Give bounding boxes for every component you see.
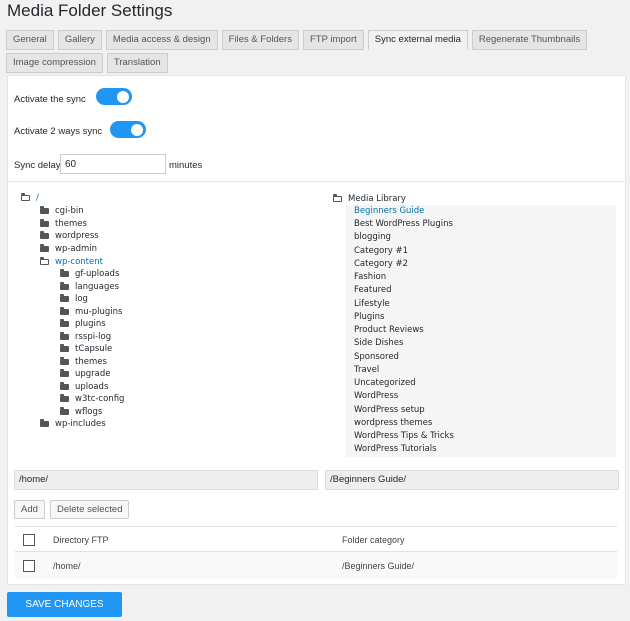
sync-delay-input[interactable]: [60, 154, 166, 174]
library-item[interactable]: Lifestyle: [354, 298, 390, 311]
tree-item[interactable]: themes: [60, 356, 107, 368]
folder-icon: [40, 243, 49, 252]
library-item[interactable]: Plugins: [354, 311, 384, 324]
folder-icon: [60, 281, 69, 290]
tree-item[interactable]: rsspi-log: [60, 331, 111, 343]
save-changes-button[interactable]: SAVE CHANGES: [7, 592, 122, 617]
header-folder-category: Folder category: [342, 535, 405, 545]
select-all-checkbox[interactable]: [23, 534, 35, 546]
tree-root[interactable]: /: [21, 192, 39, 204]
settings-panel: Activate the sync Activate 2 ways sync S…: [7, 75, 626, 585]
tree-item-open[interactable]: wp-content: [40, 256, 103, 268]
tab-regenerate-thumbnails[interactable]: Regenerate Thumbnails: [471, 30, 588, 50]
tab-general[interactable]: General: [6, 30, 54, 50]
tree-item[interactable]: wp-includes: [40, 418, 106, 430]
tree-item[interactable]: languages: [60, 281, 119, 293]
library-item[interactable]: Featured: [354, 284, 392, 297]
library-item[interactable]: Category #1: [354, 245, 408, 258]
folder-open-icon: [333, 193, 342, 202]
folder-icon: [60, 268, 69, 277]
library-item[interactable]: Travel: [354, 364, 379, 377]
library-item[interactable]: Sponsored: [354, 351, 399, 364]
media-library-list: Beginners Guide Best WordPress Plugins b…: [346, 205, 616, 457]
library-item[interactable]: Best WordPress Plugins: [354, 218, 453, 231]
two-way-sync-toggle[interactable]: [110, 121, 146, 138]
library-item[interactable]: Category #2: [354, 258, 408, 271]
settings-tabs: General Gallery Media access & design Fi…: [6, 30, 626, 76]
row-checkbox[interactable]: [23, 560, 35, 572]
tree-item[interactable]: log: [60, 293, 88, 305]
tree-item[interactable]: tCapsule: [60, 343, 112, 355]
tab-image-compression[interactable]: Image compression: [6, 53, 103, 73]
library-item[interactable]: WordPress Tutorials: [354, 443, 437, 456]
tab-translation[interactable]: Translation: [106, 53, 168, 73]
page-title: Media Folder Settings: [7, 1, 173, 20]
delete-selected-button[interactable]: Delete selected: [50, 500, 130, 519]
activate-sync-toggle[interactable]: [96, 88, 132, 105]
folder-icon: [60, 293, 69, 302]
folder-icon: [40, 418, 49, 427]
folder-icon: [60, 331, 69, 340]
tree-item[interactable]: wp-admin: [40, 243, 97, 255]
two-way-sync-label: Activate 2 ways sync: [14, 126, 103, 137]
folder-icon: [60, 318, 69, 327]
tree-item[interactable]: uploads: [60, 381, 108, 393]
tab-files-folders[interactable]: Files & Folders: [221, 30, 299, 50]
folder-icon: [60, 306, 69, 315]
library-item[interactable]: WordPress: [354, 390, 398, 403]
sync-delay-unit: minutes: [169, 160, 203, 171]
tab-media-access-design[interactable]: Media access & design: [105, 30, 218, 50]
library-item[interactable]: WordPress setup: [354, 404, 425, 417]
folder-icon: [60, 406, 69, 415]
tree-item[interactable]: themes: [40, 218, 87, 230]
library-path-field[interactable]: /Beginners Guide/: [325, 470, 619, 490]
folder-icon: [40, 205, 49, 214]
activate-sync-label: Activate the sync: [14, 94, 86, 105]
header-directory-ftp: Directory FTP: [53, 535, 109, 545]
tree-item[interactable]: mu-plugins: [60, 306, 122, 318]
tree-item[interactable]: gf-uploads: [60, 268, 119, 280]
folder-icon: [60, 393, 69, 402]
tree-item[interactable]: w3tc-config: [60, 393, 124, 405]
folder-icon: [60, 356, 69, 365]
add-button[interactable]: Add: [14, 500, 45, 519]
tree-item[interactable]: plugins: [60, 318, 106, 330]
tab-ftp-import[interactable]: FTP import: [302, 30, 364, 50]
tab-sync-external-media[interactable]: Sync external media: [367, 30, 468, 50]
media-library-root[interactable]: Media Library: [333, 193, 406, 205]
row-ftp-path: /home/: [53, 561, 81, 571]
library-item[interactable]: Fashion: [354, 271, 386, 284]
folder-icon: [40, 218, 49, 227]
tree-item[interactable]: wflogs: [60, 406, 102, 418]
sync-delay-label: Sync delay: [14, 160, 61, 171]
library-item[interactable]: blogging: [354, 231, 391, 244]
ftp-path-field[interactable]: /home/: [14, 470, 318, 490]
library-item[interactable]: Side Dishes: [354, 337, 403, 350]
table-row: /home/ /Beginners Guide/: [15, 552, 617, 579]
library-item[interactable]: Uncategorized: [354, 377, 416, 390]
folder-icon: [40, 230, 49, 239]
library-item[interactable]: wordpress themes: [354, 417, 432, 430]
tab-gallery[interactable]: Gallery: [57, 30, 102, 50]
divider: [8, 181, 625, 182]
tree-item[interactable]: cgi-bin: [40, 205, 84, 217]
library-item[interactable]: Beginners Guide: [354, 205, 424, 218]
row-folder-category: /Beginners Guide/: [342, 561, 415, 571]
library-item[interactable]: WordPress Tips & Tricks: [354, 430, 454, 443]
folder-open-icon: [21, 192, 30, 201]
folder-icon: [60, 343, 69, 352]
folder-open-icon: [40, 256, 49, 265]
tree-item[interactable]: upgrade: [60, 368, 111, 380]
folder-icon: [60, 381, 69, 390]
table-header: Directory FTP Folder category: [15, 526, 617, 552]
folder-icon: [60, 368, 69, 377]
library-item[interactable]: Product Reviews: [354, 324, 424, 337]
tree-item[interactable]: wordpress: [40, 230, 99, 242]
